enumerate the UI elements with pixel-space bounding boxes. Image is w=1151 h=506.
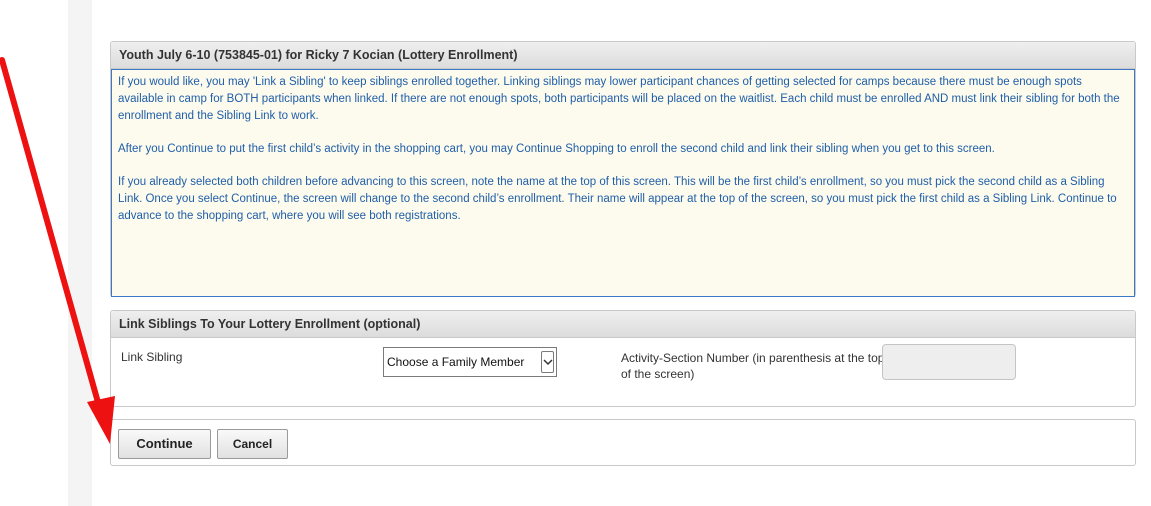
family-member-select[interactable]: Choose a Family Member	[383, 347, 557, 377]
action-panel: Continue Cancel	[110, 419, 1136, 466]
activity-section-field	[882, 344, 1016, 380]
notice-paragraph-1: If you would like, you may 'Link a Sibli…	[118, 76, 1120, 122]
sibling-link-notice: If you would like, you may 'Link a Sibli…	[111, 69, 1135, 297]
notice-paragraph-3: If you already selected both children be…	[118, 176, 1117, 222]
family-member-select-value: Choose a Family Member	[387, 355, 525, 369]
link-siblings-panel: Link Siblings To Your Lottery Enrollment…	[110, 310, 1136, 407]
cancel-button[interactable]: Cancel	[217, 429, 288, 459]
notice-paragraph-2: After you Continue to put the first chil…	[118, 143, 995, 155]
activity-section-label: Activity-Section Number (in parenthesis …	[621, 351, 885, 381]
enrollment-title: Youth July 6-10 (753845-01) for Ricky 7 …	[111, 42, 1135, 69]
chevron-down-icon[interactable]	[541, 351, 554, 373]
enrollment-panel: Youth July 6-10 (753845-01) for Ricky 7 …	[110, 41, 1136, 297]
link-sibling-row: Link Sibling Choose a Family Member Acti…	[111, 338, 1135, 408]
link-sibling-label: Link Sibling	[121, 350, 183, 364]
link-siblings-title: Link Siblings To Your Lottery Enrollment…	[111, 311, 1135, 338]
continue-button[interactable]: Continue	[118, 429, 211, 459]
page-left-strip	[68, 0, 92, 506]
